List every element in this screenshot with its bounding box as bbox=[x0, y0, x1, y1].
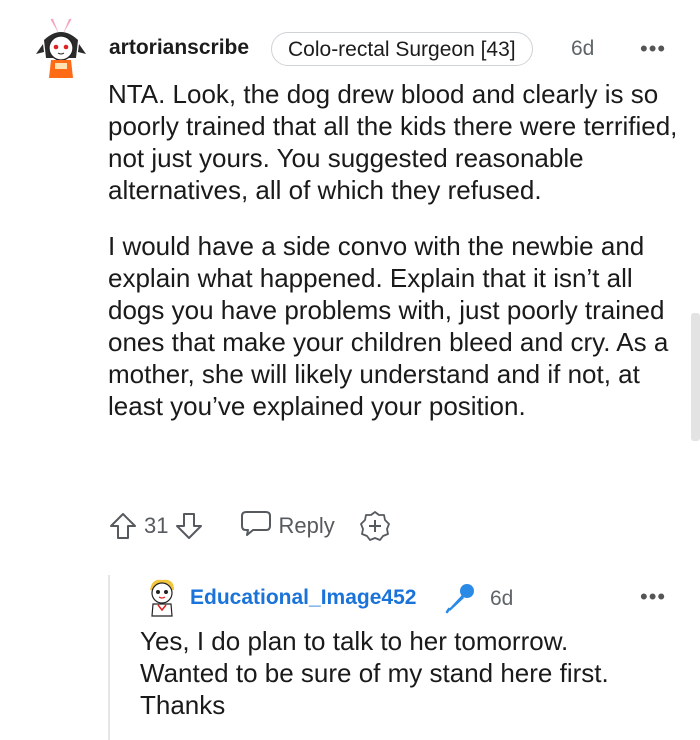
reply-timestamp: 6d bbox=[490, 587, 514, 610]
comment-username[interactable]: artorianscribe bbox=[109, 36, 249, 60]
more-options-icon[interactable]: ••• bbox=[640, 584, 666, 610]
scrollbar[interactable] bbox=[691, 313, 700, 441]
reply-button[interactable]: Reply bbox=[240, 508, 335, 544]
microphone-icon bbox=[444, 582, 476, 614]
vote-count: 31 bbox=[144, 513, 169, 538]
thread-line[interactable] bbox=[108, 575, 110, 740]
reply-avatar[interactable] bbox=[144, 576, 180, 618]
more-options-icon[interactable]: ••• bbox=[640, 36, 666, 62]
add-award-icon[interactable] bbox=[359, 510, 391, 542]
comment-paragraph: I would have a side convo with the newbi… bbox=[108, 231, 669, 421]
downvote-arrow-icon[interactable] bbox=[174, 511, 204, 541]
comment-paragraph: NTA. Look, the dog drew blood and clearl… bbox=[108, 79, 678, 205]
comment-body: NTA. Look, the dog drew blood and clearl… bbox=[108, 78, 678, 422]
speech-bubble-icon bbox=[240, 508, 272, 544]
reply-body: Yes, I do plan to talk to her tomorrow. … bbox=[140, 626, 609, 720]
user-flair: Colo-rectal Surgeon [43] bbox=[271, 32, 533, 66]
comment-timestamp: 6d bbox=[571, 37, 595, 60]
reply-username[interactable]: Educational_Image452 bbox=[190, 586, 416, 610]
comment-action-bar: 31 Reply bbox=[108, 506, 391, 546]
reply-label: Reply bbox=[278, 513, 335, 538]
avatar[interactable] bbox=[32, 18, 92, 84]
upvote-arrow-icon[interactable] bbox=[108, 511, 138, 541]
